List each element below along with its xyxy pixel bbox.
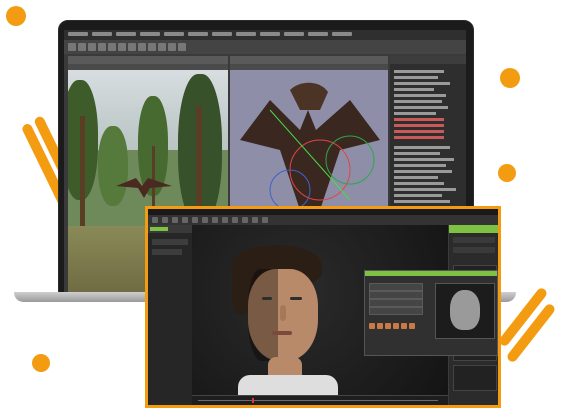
- decor-dot-right-middle: [498, 164, 516, 182]
- app-menubar: [64, 30, 466, 40]
- decor-dot-bottom-left: [32, 354, 50, 372]
- expression-swatch-3[interactable]: [385, 323, 391, 329]
- dragon-silhouette: [116, 178, 172, 198]
- expression-swatch-1[interactable]: [369, 323, 375, 329]
- viewport-header: [68, 56, 228, 64]
- expression-swatch-5[interactable]: [401, 323, 407, 329]
- app-toolbar: [148, 215, 498, 225]
- content-panel[interactable]: [148, 225, 193, 405]
- dialog-titlebar: [365, 271, 497, 276]
- expression-settings-dialog[interactable]: [364, 270, 498, 356]
- expression-swatch-6[interactable]: [409, 323, 415, 329]
- expression-swatch-2[interactable]: [377, 323, 383, 329]
- head-preview: [435, 283, 495, 339]
- expression-swatch-4[interactable]: [393, 323, 399, 329]
- decor-dot-right-upper: [500, 68, 520, 88]
- decor-dot-top-left: [6, 6, 26, 26]
- timeline-bar[interactable]: [192, 395, 448, 405]
- tool-shelf: [64, 40, 466, 54]
